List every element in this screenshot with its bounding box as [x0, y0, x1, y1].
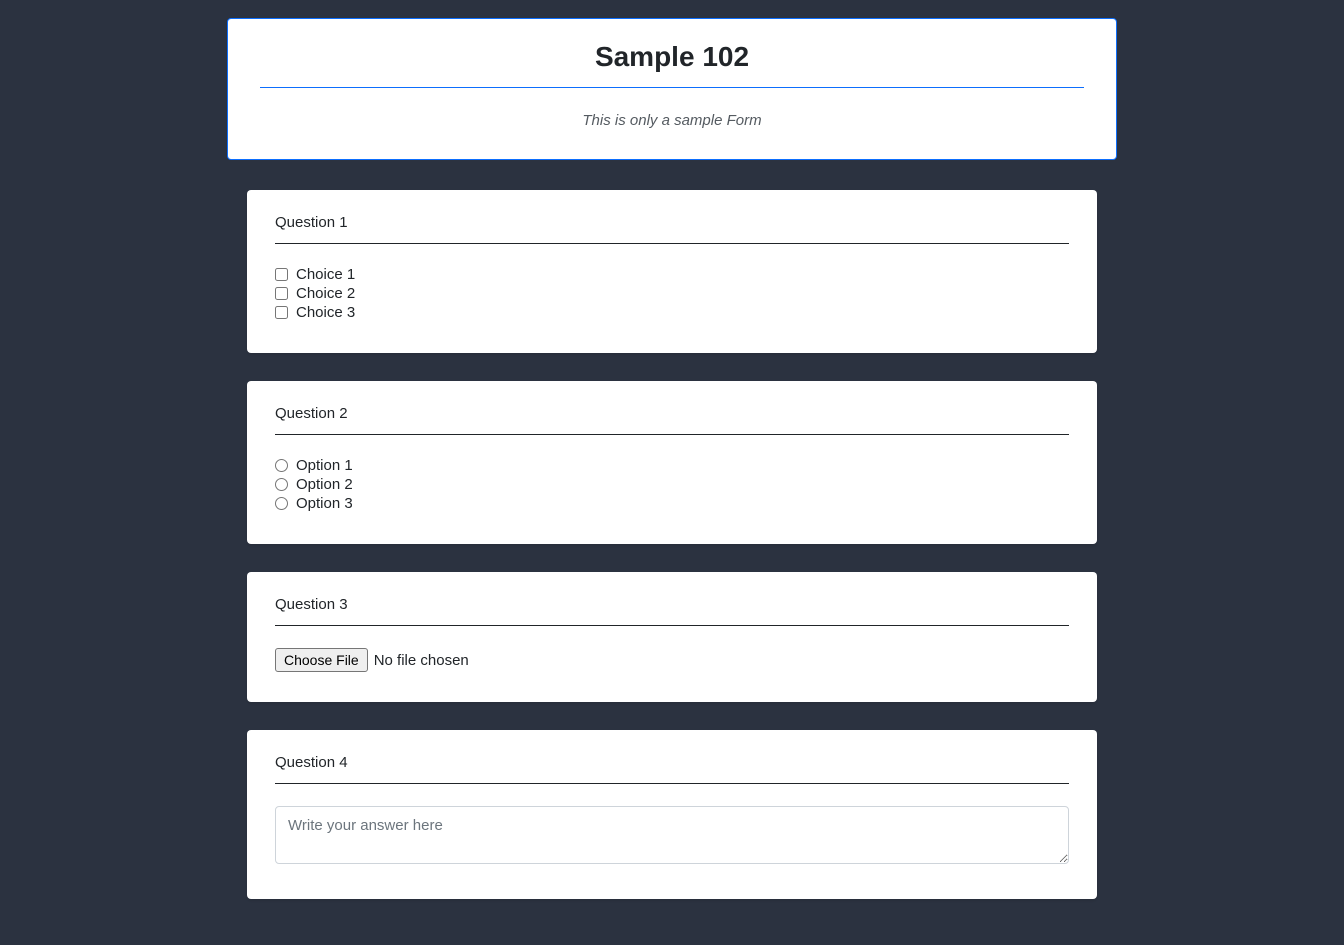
radio-label: Option 1: [296, 457, 353, 474]
radio-row: Option 1: [275, 457, 1069, 474]
checkbox-input[interactable]: [275, 268, 288, 281]
radio-row: Option 2: [275, 476, 1069, 493]
radio-label: Option 3: [296, 495, 353, 512]
question-card-3: Question 3 Choose File No file chosen: [247, 572, 1097, 702]
question-divider: [275, 625, 1069, 626]
file-status-text: No file chosen: [374, 652, 469, 669]
question-card-2: Question 2 Option 1 Option 2 Option 3: [247, 381, 1097, 544]
file-input-row: Choose File No file chosen: [275, 648, 1069, 672]
question-divider: [275, 783, 1069, 784]
checkbox-row: Choice 3: [275, 304, 1069, 321]
question-card-1: Question 1 Choice 1 Choice 2 Choice 3: [247, 190, 1097, 353]
choose-file-button[interactable]: Choose File: [275, 648, 368, 672]
radio-input[interactable]: [275, 497, 288, 510]
checkbox-input[interactable]: [275, 287, 288, 300]
title-divider: [260, 87, 1084, 88]
question-title: Question 4: [275, 754, 1069, 783]
checkbox-row: Choice 1: [275, 266, 1069, 283]
checkbox-label: Choice 3: [296, 304, 355, 321]
question-title: Question 1: [275, 214, 1069, 243]
question-divider: [275, 434, 1069, 435]
checkbox-label: Choice 2: [296, 285, 355, 302]
radio-input[interactable]: [275, 478, 288, 491]
form-title: Sample 102: [260, 41, 1084, 87]
checkbox-label: Choice 1: [296, 266, 355, 283]
radio-label: Option 2: [296, 476, 353, 493]
radio-input[interactable]: [275, 459, 288, 472]
question-title: Question 3: [275, 596, 1069, 625]
radio-row: Option 3: [275, 495, 1069, 512]
checkbox-input[interactable]: [275, 306, 288, 319]
question-card-4: Question 4: [247, 730, 1097, 899]
form-container: Sample 102 This is only a sample Form Qu…: [227, 18, 1117, 899]
form-header-card: Sample 102 This is only a sample Form: [227, 18, 1117, 160]
question-title: Question 2: [275, 405, 1069, 434]
question-divider: [275, 243, 1069, 244]
answer-textarea[interactable]: [275, 806, 1069, 864]
form-description: This is only a sample Form: [260, 112, 1084, 129]
checkbox-row: Choice 2: [275, 285, 1069, 302]
